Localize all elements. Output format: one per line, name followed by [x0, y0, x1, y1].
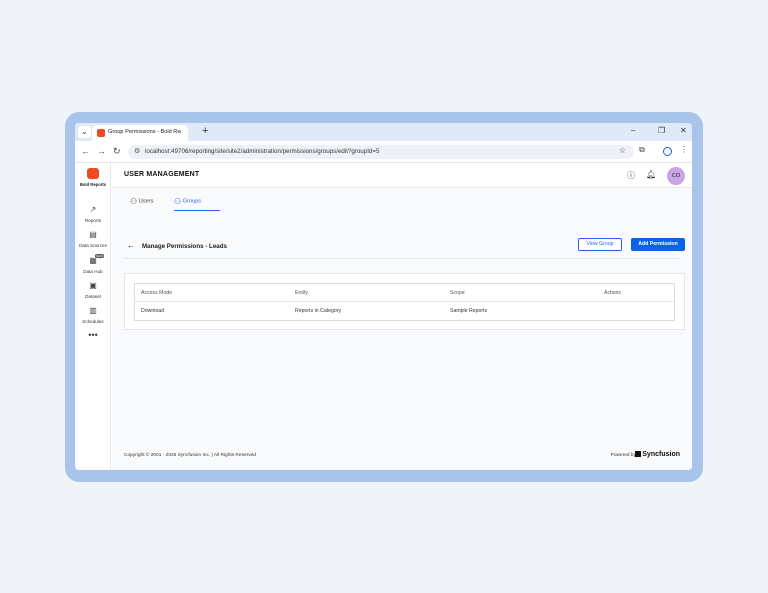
sidebar-item-dataset[interactable]: ▣ Dataset — [75, 281, 111, 299]
calendar-icon: ▥ — [89, 306, 97, 315]
app-sidebar: Bold Reports ↗ Reports ▤ Data Sources ▦ … — [75, 163, 111, 470]
address-bar[interactable]: ⚙ localhost:49706/reporting/site/site2/a… — [128, 145, 634, 159]
sidebar-item-data-sources[interactable]: ▤ Data Sources — [75, 230, 111, 248]
syncfusion-brand: Syncfusion — [642, 451, 680, 458]
syncfusion-logo[interactable]: Syncfusion — [635, 451, 680, 458]
section-title: Manage Permissions - Leads — [142, 243, 227, 250]
sidebar-item-schedules[interactable]: ▥ Schedules — [75, 306, 111, 324]
database-icon: ▤ — [89, 230, 97, 239]
tab-users[interactable]: ⚇ Users — [130, 197, 153, 211]
datahub-icon: ▦ — [89, 256, 97, 265]
brand-name: Bold Reports — [79, 182, 107, 187]
user-management-tabs: ⚇ Users ⚇ Groups — [124, 197, 680, 211]
browser-toolbar: ← → ↻ ⚙ localhost:49706/reporting/site/s… — [75, 141, 692, 163]
trend-icon: ↗ — [89, 205, 97, 214]
new-tab-button[interactable]: + — [202, 125, 208, 137]
minimize-button[interactable]: – — [631, 126, 635, 135]
site-info-icon[interactable]: ⚙ — [134, 147, 140, 155]
help-icon[interactable]: ⓘ — [627, 170, 635, 181]
sidebar-item-reports[interactable]: ↗ Reports — [75, 205, 111, 223]
tab-title: Group Permissions - Bold Repo — [108, 129, 181, 135]
sidebar-item-label: Schedules — [82, 319, 104, 324]
bookmark-star-icon[interactable]: ☆ — [619, 146, 626, 155]
menu-kebab-icon[interactable]: ⋮ — [680, 145, 688, 154]
sidebar-item-label: Data Hub — [83, 269, 103, 274]
close-window-button[interactable]: ✕ — [680, 126, 687, 135]
avatar[interactable]: CO — [667, 167, 685, 185]
page-title: USER MANAGEMENT — [124, 171, 200, 178]
column-header[interactable]: Access Mode — [141, 290, 172, 296]
restore-button[interactable]: ❐ — [658, 126, 665, 135]
permissions-subheader: ← Manage Permissions - Leads View Group … — [124, 237, 685, 259]
column-header: Actions — [604, 290, 622, 296]
page-footer: Copyright © 2001 - 2026 Syncfusion Inc. … — [124, 451, 680, 463]
more-options-icon[interactable]: ••• — [75, 330, 111, 340]
bold-reports-favicon-icon — [97, 129, 105, 137]
copyright-text: Copyright © 2001 - 2026 Syncfusion Inc. … — [124, 453, 256, 458]
sidebar-item-label: Data Sources — [79, 243, 107, 248]
tab-groups-label: Groups — [182, 198, 202, 205]
sidebar-item-data-hub[interactable]: ▦ NEW Data Hub — [75, 254, 111, 274]
table-cell: Reports in Category — [295, 308, 342, 314]
add-permission-button[interactable]: Add Permission — [631, 238, 685, 251]
sidebar-item-label: Reports — [84, 218, 102, 223]
table-cell: Sample Reports — [450, 308, 488, 314]
permissions-table: Access Mode Entity Scope Actions Downloa… — [134, 283, 675, 321]
tab-groups[interactable]: ⚇ Groups — [174, 197, 220, 211]
table-header: Access Mode Entity Scope Actions — [135, 284, 674, 302]
powered-by-text: Powered by — [610, 453, 636, 458]
back-arrow-icon[interactable]: ← — [127, 241, 135, 250]
sidebar-item-label: Dataset — [85, 294, 101, 299]
bold-reports-logo-icon — [87, 168, 99, 179]
page-header: USER MANAGEMENT ⓘ 🔔︎ CO — [112, 163, 692, 188]
new-badge: NEW — [95, 254, 104, 258]
column-header[interactable]: Scope — [450, 290, 465, 296]
tab-users-label: Users — [138, 198, 154, 205]
back-nav-button[interactable]: ← — [81, 146, 90, 156]
extensions-icon[interactable]: ⧉ — [639, 145, 645, 155]
user-icon: ⚇ — [130, 197, 138, 206]
column-header[interactable]: Entity — [295, 290, 308, 296]
view-group-button[interactable]: View Group — [578, 238, 622, 251]
permissions-panel: Access Mode Entity Scope Actions Downloa… — [124, 273, 685, 330]
main-content: USER MANAGEMENT ⓘ 🔔︎ CO ⚇ Users ⚇ Groups… — [112, 163, 692, 470]
browser-window: ⌄ Group Permissions - Bold Repo + – ❐ ✕ … — [75, 123, 692, 470]
table-cell: Download — [141, 308, 165, 314]
group-icon: ⚇ — [174, 197, 182, 206]
syncfusion-mark-icon — [635, 451, 642, 457]
reload-button[interactable]: ↻ — [113, 146, 121, 157]
url-text[interactable]: localhost:49706/reporting/site/site2/adm… — [145, 148, 379, 155]
table-row[interactable]: Download Reports in Category Sample Repo… — [135, 302, 674, 320]
brand[interactable]: Bold Reports — [75, 168, 111, 187]
forward-nav-button[interactable]: → — [97, 146, 106, 156]
profile-icon[interactable] — [663, 147, 672, 156]
dataset-icon: ▣ — [89, 281, 97, 290]
bell-icon[interactable]: 🔔︎ — [646, 170, 656, 179]
tab-strip: ⌄ Group Permissions - Bold Repo + – ❐ ✕ — [75, 123, 692, 141]
tab-search-icon[interactable]: ⌄ — [78, 126, 91, 138]
browser-tab[interactable]: Group Permissions - Bold Repo — [92, 125, 188, 141]
